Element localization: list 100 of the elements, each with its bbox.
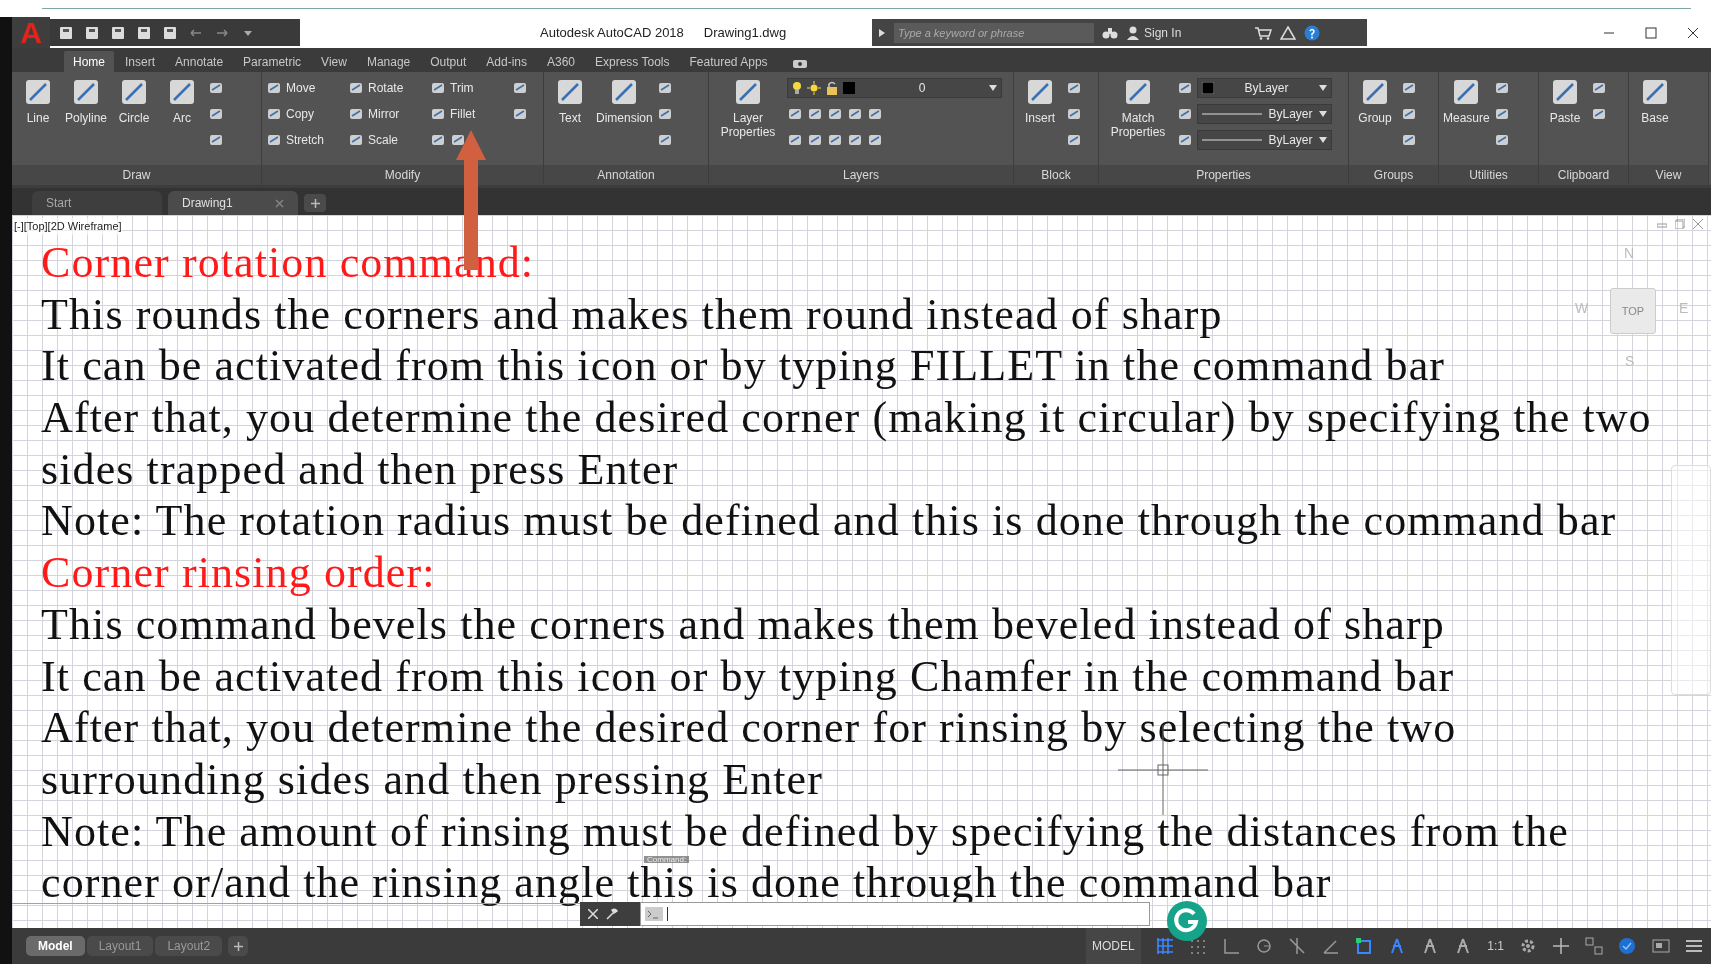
ribbon-tool-button[interactable]: Dimension [596,76,653,165]
property-dropdown[interactable]: ByLayer [1197,78,1332,98]
ribbon-tool-button[interactable]: Fillet [430,105,508,123]
panel-title[interactable]: Modify [384,166,421,184]
tool-icon[interactable] [827,106,843,122]
ribbon-tab[interactable]: Annotate [166,51,233,72]
close-icon[interactable] [1687,26,1699,39]
property-dropdown[interactable]: ByLayer [1197,104,1332,124]
ribbon-tool-button[interactable]: Layer Properties [713,76,783,165]
plus-icon[interactable] [1552,937,1571,955]
ribbon-tool-button[interactable]: Match Properties [1103,76,1173,165]
panel-title[interactable]: Layers [843,166,879,184]
ribbon-tool-button[interactable]: Circle [112,76,156,165]
tool-icon[interactable] [1401,80,1417,96]
polar-icon[interactable] [1255,937,1274,955]
tool-icon[interactable] [1177,132,1193,148]
hardware-acceleration-icon[interactable] [1618,937,1637,955]
grid-icon[interactable] [1155,937,1174,955]
cart-icon[interactable] [1254,25,1272,40]
tool-icon[interactable] [1177,80,1193,96]
binoculars-icon[interactable] [1102,25,1118,40]
isolate-objects-icon[interactable] [1585,937,1604,955]
ribbon-tab[interactable]: Insert [116,51,165,72]
video-dropdown-button[interactable] [792,59,807,69]
tool-icon[interactable] [1177,106,1193,122]
ribbon-tool-button[interactable]: Measure [1443,76,1490,165]
ribbon-tab[interactable]: Output [421,51,476,72]
ribbon-tool-button[interactable]: Line [16,76,60,165]
annotation-scale-button[interactable]: 1:1 [1487,937,1504,955]
layer-dropdown[interactable]: 0 [787,78,1002,98]
tool-icon[interactable] [1401,132,1417,148]
tool-icon[interactable] [1493,80,1510,96]
tool-icon[interactable] [656,106,673,122]
ribbon-tool-button[interactable]: Copy [266,105,344,123]
ribbon-tool-button[interactable]: Mirror [348,105,426,123]
menu-icon[interactable] [1684,937,1703,955]
tool-icon[interactable] [656,80,673,96]
grammarly-g-icon[interactable] [1166,900,1208,942]
new-layout-button[interactable] [228,936,249,956]
new-document-icon[interactable] [58,24,74,41]
ribbon-tab[interactable]: Parametric [234,51,311,72]
tool-icon[interactable] [656,132,673,148]
tool-icon[interactable] [847,106,863,122]
ribbon-tab[interactable]: Express Tools [586,51,679,72]
ribbon-tab[interactable]: Manage [357,51,420,72]
ortho-icon[interactable] [1222,937,1241,955]
maximize-icon[interactable] [1645,26,1657,39]
tool-icon[interactable] [807,106,823,122]
ribbon-tool-button[interactable]: Insert [1018,76,1062,165]
ribbon-tool-button[interactable]: Trim [430,79,508,97]
ribbon-tab[interactable]: View [312,51,356,72]
tool-icon[interactable] [1591,106,1607,122]
tool-icon[interactable] [867,106,883,122]
search-field[interactable]: Type a keyword or phrase [894,22,1094,43]
tool-icon[interactable] [208,80,224,96]
triangle-logo-icon[interactable] [1280,25,1296,40]
panel-title[interactable]: Draw [122,166,151,184]
tool-icon[interactable] [1066,106,1082,122]
tool-icon[interactable] [512,80,528,96]
ribbon-tab[interactable]: Home [64,51,114,72]
tool-icon[interactable] [867,132,883,148]
tool-icon[interactable] [1066,132,1082,148]
tool-icon[interactable] [1493,106,1510,122]
ribbon-tool-button[interactable]: Move [266,79,344,97]
sign-in-button[interactable]: Sign In [1126,23,1246,42]
angle-icon[interactable] [1321,937,1340,955]
tool-icon[interactable] [1591,80,1607,96]
tool-icon[interactable] [807,132,823,148]
tool-icon[interactable] [208,132,224,148]
ribbon-tool-button[interactable]: Polyline [64,76,108,165]
tool-icon[interactable] [1066,80,1082,96]
tool-icon[interactable] [208,106,224,122]
ribbon-tab[interactable]: Add-ins [477,51,536,72]
model-space-button[interactable]: MODEL [1086,928,1141,964]
file-tab[interactable]: Start [32,191,162,215]
clean-screen-icon[interactable] [1651,937,1670,955]
ribbon-tool-button[interactable]: Paste [1543,76,1587,165]
tool-icon[interactable] [787,132,803,148]
tool-icon[interactable] [450,132,466,148]
ribbon-tool-button[interactable]: Text [548,76,592,165]
ribbon-tool-button[interactable]: Arc [160,76,204,165]
tool-icon[interactable] [847,132,863,148]
tool-icon[interactable] [430,132,446,148]
panel-title[interactable]: Properties [1196,166,1251,184]
command-line-field[interactable] [640,902,1150,926]
layout-tab[interactable]: Model [26,936,85,956]
property-dropdown[interactable]: ByLayer [1197,130,1332,150]
tool-icon[interactable] [787,106,803,122]
ribbon-tab[interactable]: A360 [538,51,584,72]
tool-icon[interactable] [1401,106,1417,122]
ribbon-tool-button[interactable]: Stretch [266,131,344,149]
ribbon-tool-button[interactable]: Rotate [348,79,426,97]
ribbon-tool-button[interactable]: Group [1353,76,1397,165]
new-tab-button[interactable] [304,194,326,212]
file-tab[interactable]: Drawing1 [168,191,298,215]
object-snap-icon[interactable] [1354,937,1373,955]
wrench-icon[interactable] [606,908,618,920]
ribbon-tool-button[interactable]: Scale [348,131,426,149]
tool-icon[interactable] [512,106,528,122]
ribbon-tab[interactable]: Featured Apps [680,51,777,72]
